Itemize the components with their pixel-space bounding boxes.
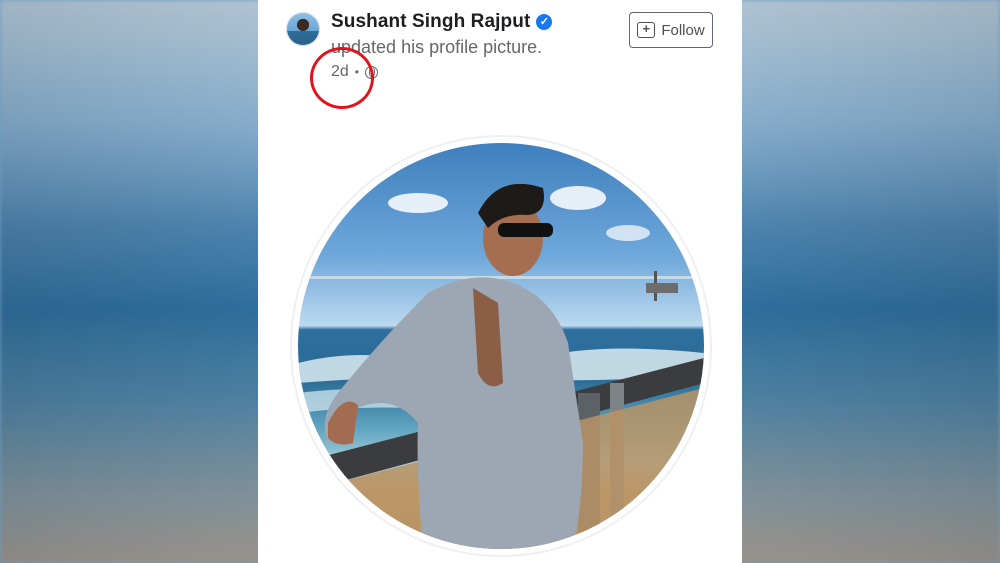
add-follow-icon: + <box>637 22 656 38</box>
follow-label: Follow <box>661 21 705 39</box>
author-name-row: Sushant Singh Rajput ✓ <box>331 11 553 33</box>
follow-button[interactable]: + Follow <box>629 12 713 48</box>
post-header: Sushant Singh Rajput ✓ updated his profi… <box>258 0 742 110</box>
verified-badge-icon: ✓ <box>536 14 553 30</box>
author-name[interactable]: Sushant Singh Rajput <box>331 11 530 33</box>
facebook-post-card: Sushant Singh Rajput ✓ updated his profi… <box>258 0 742 563</box>
red-highlight-circle <box>310 47 374 109</box>
profile-picture-illustration <box>298 183 704 549</box>
author-avatar[interactable] <box>286 12 320 46</box>
profile-picture[interactable] <box>298 143 704 549</box>
